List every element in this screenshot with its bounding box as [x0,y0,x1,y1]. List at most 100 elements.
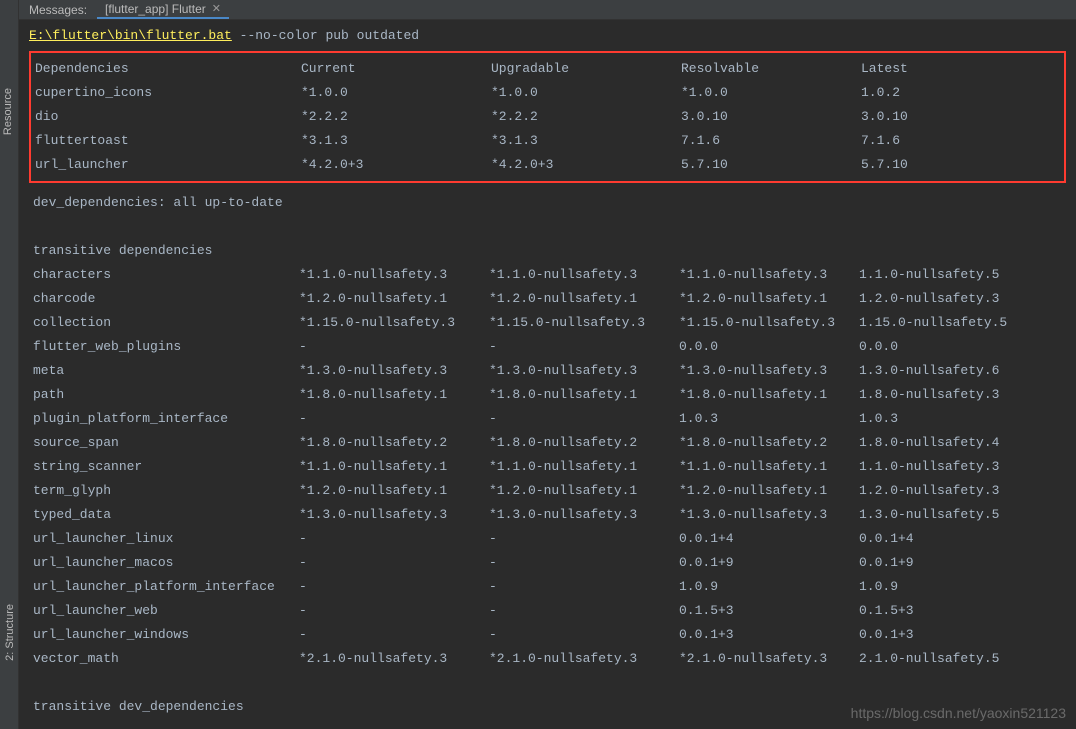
cell-name: url_launcher_linux [29,527,299,551]
cell-resolvable: *1.3.0-nullsafety.3 [679,503,859,527]
cell-resolvable: *1.8.0-nullsafety.1 [679,383,859,407]
cell-name: source_span [29,431,299,455]
messages-label: Messages: [19,3,97,17]
cell-resolvable: 1.0.9 [679,575,859,599]
cell-current: *1.8.0-nullsafety.1 [299,383,489,407]
cell-upgradable: *1.3.0-nullsafety.3 [489,503,679,527]
cell-current: - [299,551,489,575]
cell-upgradable: *1.15.0-nullsafety.3 [489,311,679,335]
cell-latest: 1.3.0-nullsafety.6 [859,359,1039,383]
cell-upgradable: *3.1.3 [491,129,681,153]
cell-name: flutter_web_plugins [29,335,299,359]
cell-resolvable: *1.0.0 [681,81,861,105]
cell-latest: 1.1.0-nullsafety.3 [859,455,1039,479]
cell-resolvable: 0.0.1+9 [679,551,859,575]
cell-latest: 1.0.9 [859,575,1039,599]
cell-current: *1.1.0-nullsafety.1 [299,455,489,479]
cell-name: typed_data [29,503,299,527]
cell-current: *1.8.0-nullsafety.2 [299,431,489,455]
table-row: url_launcher_windows--0.0.1+30.0.1+3 [29,623,1066,647]
cell-upgradable: - [489,335,679,359]
col-resolvable-header: Resolvable [681,57,861,81]
close-icon[interactable]: ✕ [212,2,221,15]
cell-current: *1.15.0-nullsafety.3 [299,311,489,335]
cell-upgradable: - [489,551,679,575]
cell-name: characters [29,263,299,287]
table-row: charcode*1.2.0-nullsafety.1*1.2.0-nullsa… [29,287,1066,311]
table-row: flutter_web_plugins--0.0.00.0.0 [29,335,1066,359]
cell-name: meta [29,359,299,383]
table-row: term_glyph*1.2.0-nullsafety.1*1.2.0-null… [29,479,1066,503]
cell-resolvable: 0.0.1+3 [679,623,859,647]
cell-latest: 1.8.0-nullsafety.3 [859,383,1039,407]
cell-name: url_launcher_windows [29,623,299,647]
table-row: characters*1.1.0-nullsafety.3*1.1.0-null… [29,263,1066,287]
col-upgradable-header: Upgradable [491,57,681,81]
cell-current: *1.3.0-nullsafety.3 [299,359,489,383]
cell-resolvable: *1.8.0-nullsafety.2 [679,431,859,455]
resource-tab[interactable]: Resource [0,80,18,143]
table-row: cupertino_icons*1.0.0*1.0.0*1.0.01.0.2 [31,81,1064,105]
cell-current: *1.3.0-nullsafety.3 [299,503,489,527]
cell-resolvable: *1.2.0-nullsafety.1 [679,479,859,503]
cell-latest: 1.15.0-nullsafety.5 [859,311,1039,335]
cell-name: collection [29,311,299,335]
cell-upgradable: *2.1.0-nullsafety.3 [489,647,679,671]
cell-upgradable: *1.8.0-nullsafety.1 [489,383,679,407]
flutter-app-tab[interactable]: [flutter_app] Flutter ✕ [97,0,229,19]
cell-latest: 1.2.0-nullsafety.3 [859,479,1039,503]
messages-header: Messages: [flutter_app] Flutter ✕ [19,0,1076,20]
dependencies-highlight-box: Dependencies Current Upgradable Resolvab… [29,51,1066,183]
cell-latest: 0.0.1+3 [859,623,1039,647]
cell-latest: 1.3.0-nullsafety.5 [859,503,1039,527]
cell-name: charcode [29,287,299,311]
cell-latest: 5.7.10 [861,153,1041,177]
cell-current: *1.2.0-nullsafety.1 [299,479,489,503]
cell-upgradable: *1.1.0-nullsafety.3 [489,263,679,287]
cell-current: *1.1.0-nullsafety.3 [299,263,489,287]
table-row: url_launcher*4.2.0+3*4.2.0+35.7.105.7.10 [31,153,1064,177]
cell-upgradable: *1.1.0-nullsafety.1 [489,455,679,479]
cell-latest: 0.0.0 [859,335,1039,359]
cell-current: - [299,599,489,623]
cell-upgradable: *1.3.0-nullsafety.3 [489,359,679,383]
table-row: url_launcher_platform_interface--1.0.91.… [29,575,1066,599]
command-args: --no-color pub outdated [232,28,419,43]
cell-latest: 0.1.5+3 [859,599,1039,623]
transitive-header: transitive dependencies [29,239,1066,263]
cell-name: url_launcher [31,153,301,177]
table-row: dio*2.2.2*2.2.23.0.103.0.10 [31,105,1064,129]
table-row: url_launcher_linux--0.0.1+40.0.1+4 [29,527,1066,551]
table-row: collection*1.15.0-nullsafety.3*1.15.0-nu… [29,311,1066,335]
table-row: plugin_platform_interface--1.0.31.0.3 [29,407,1066,431]
table-row: url_launcher_web--0.1.5+30.1.5+3 [29,599,1066,623]
cell-resolvable: 0.0.0 [679,335,859,359]
cell-resolvable: *1.15.0-nullsafety.3 [679,311,859,335]
command-path: E:\flutter\bin\flutter.bat [29,28,232,43]
cell-upgradable: - [489,599,679,623]
left-sidebar: Resource 2: Structure [0,0,19,729]
cell-upgradable: *2.2.2 [491,105,681,129]
table-row: string_scanner*1.1.0-nullsafety.1*1.1.0-… [29,455,1066,479]
transitive-dev-header: transitive dev_dependencies [29,695,1066,719]
cell-latest: 0.0.1+9 [859,551,1039,575]
cell-upgradable: - [489,527,679,551]
cell-latest: 3.0.10 [861,105,1041,129]
cell-upgradable: - [489,407,679,431]
cell-upgradable: *1.2.0-nullsafety.1 [489,479,679,503]
cell-resolvable: 0.1.5+3 [679,599,859,623]
col-latest-header: Latest [861,57,1041,81]
cell-name: vector_math [29,647,299,671]
cell-current: *3.1.3 [301,129,491,153]
col-name-header: Dependencies [31,57,301,81]
cell-latest: 2.1.0-nullsafety.5 [859,647,1039,671]
cell-resolvable: 3.0.10 [681,105,861,129]
cell-resolvable: 7.1.6 [681,129,861,153]
cell-resolvable: *1.1.0-nullsafety.3 [679,263,859,287]
structure-tab[interactable]: 2: Structure [2,596,18,669]
console-output[interactable]: E:\flutter\bin\flutter.bat --no-color pu… [19,20,1076,729]
cell-latest: 1.2.0-nullsafety.3 [859,287,1039,311]
cell-upgradable: *1.0.0 [491,81,681,105]
cell-resolvable: *1.2.0-nullsafety.1 [679,287,859,311]
cell-current: *4.2.0+3 [301,153,491,177]
